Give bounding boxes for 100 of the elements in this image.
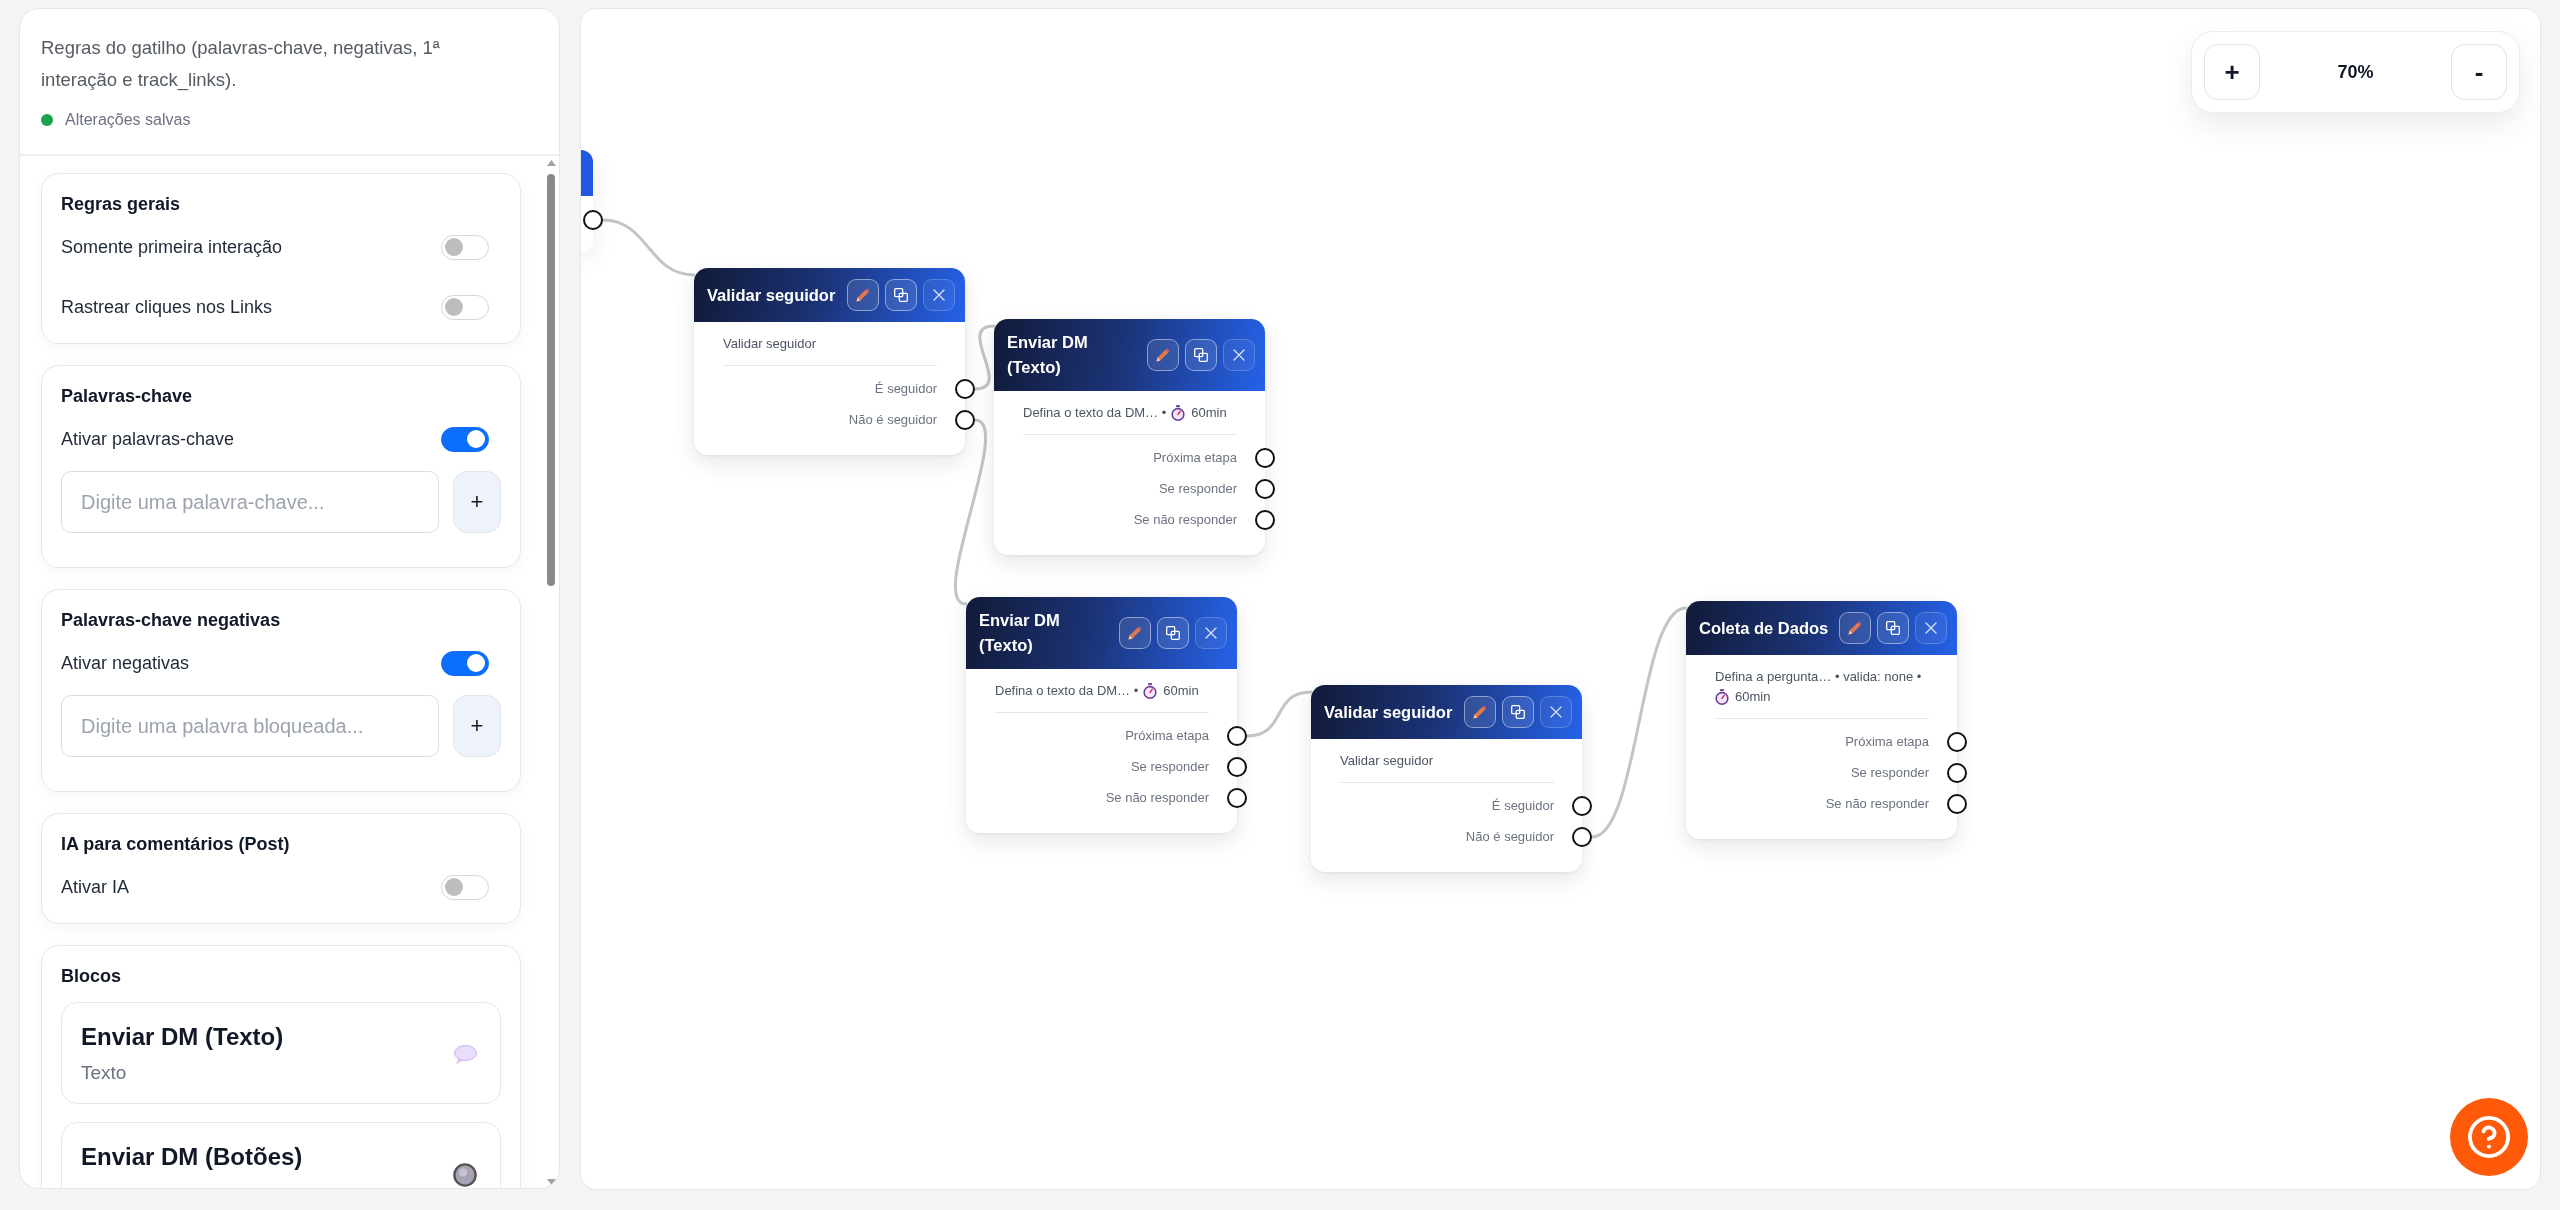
output-port[interactable] — [955, 379, 975, 399]
copy-button[interactable] — [1157, 617, 1189, 649]
close-icon — [1205, 627, 1217, 639]
node-header — [581, 150, 593, 196]
node-summary: Defina a pergunta… • valida: none • — [1715, 668, 1922, 686]
toggle-label: Rastrear cliques nos Links — [61, 296, 273, 318]
close-icon — [933, 289, 945, 301]
output-label: Próxima etapa — [1153, 450, 1237, 465]
zoom-in-button[interactable]: + — [2204, 44, 2260, 100]
copy-icon — [1511, 705, 1525, 719]
output-port[interactable] — [1572, 796, 1592, 816]
output-port[interactable] — [1947, 794, 1967, 814]
output-port[interactable] — [955, 410, 975, 430]
block-card[interactable]: Enviar DM (Texto) Texto — [61, 1002, 501, 1104]
edit-button[interactable] — [1839, 612, 1871, 644]
output-label: Próxima etapa — [1125, 728, 1209, 743]
timeout-label: 60min — [1191, 404, 1227, 422]
stopwatch-icon — [1143, 683, 1158, 699]
node-title: Enviar DM (Texto) — [979, 610, 1061, 656]
output-label: Se responder — [1850, 765, 1929, 780]
node-title: Enviar DM (Texto) — [1007, 332, 1089, 378]
keyword-input[interactable]: Digite uma palavra-chave... — [61, 471, 439, 533]
pencil-icon — [1848, 621, 1862, 635]
output-port[interactable] — [583, 210, 603, 230]
section-title: Blocos — [61, 965, 122, 988]
output-label: Não é seguidor — [848, 412, 937, 427]
output-label: Não é seguidor — [1465, 829, 1554, 844]
section-title: Palavras-chave — [61, 385, 194, 408]
output-label: Se responder — [1130, 759, 1209, 774]
edit-button[interactable] — [847, 279, 879, 311]
output-port[interactable] — [1227, 788, 1247, 808]
output-port[interactable] — [1947, 732, 1967, 752]
add-keyword-button[interactable]: + — [453, 695, 501, 757]
scrollbar-thumb[interactable] — [547, 174, 555, 586]
output-label: É seguidor — [1491, 798, 1554, 813]
copy-button[interactable] — [1877, 612, 1909, 644]
copy-icon — [1886, 621, 1900, 635]
close-icon — [1550, 706, 1562, 718]
pencil-icon — [1156, 348, 1170, 362]
close-button[interactable] — [1195, 617, 1227, 649]
output-port[interactable] — [1947, 763, 1967, 783]
edit-button[interactable] — [1147, 339, 1179, 371]
section-title: IA para comentários (Post) — [61, 833, 291, 856]
section-title: Palavras-chave negativas — [61, 609, 282, 632]
node-summary: Defina o texto da DM… • — [995, 682, 1139, 700]
output-label: É seguidor — [874, 381, 937, 396]
node-summary: Validar seguidor — [1340, 752, 1433, 770]
section-title: Regras gerais — [61, 193, 182, 216]
close-icon — [1925, 622, 1937, 634]
output-port[interactable] — [1572, 827, 1592, 847]
node-summary: Defina o texto da DM… • — [1023, 404, 1167, 422]
block-title: Enviar DM (Botões) — [81, 1142, 304, 1172]
toggle-label: Somente primeira interação — [61, 236, 283, 258]
zoom-out-button[interactable]: - — [2451, 44, 2507, 100]
copy-button[interactable] — [1502, 696, 1534, 728]
stopwatch-icon — [1171, 405, 1186, 421]
copy-icon — [1166, 626, 1180, 640]
output-port[interactable] — [1255, 448, 1275, 468]
output-port[interactable] — [1255, 510, 1275, 530]
output-port[interactable] — [1227, 726, 1247, 746]
node-title: Coleta de Dados — [1699, 617, 1830, 639]
toggle-label: Ativar palavras-chave — [61, 428, 235, 450]
toggle-switch[interactable] — [441, 650, 489, 676]
edit-button[interactable] — [1119, 617, 1151, 649]
output-label: Próxima etapa — [1845, 734, 1929, 749]
node-title: Validar seguidor — [707, 284, 837, 306]
toggle-switch[interactable] — [441, 426, 489, 452]
timeout-label: 60min — [1735, 688, 1771, 706]
close-button[interactable] — [1540, 696, 1572, 728]
block-card[interactable]: Enviar DM (Botões) — [61, 1122, 501, 1188]
keyword-input[interactable]: Digite uma palavra bloqueada... — [61, 695, 439, 757]
sidebar-description: Regras do gatilho (palavras-chave, negativas, 1ª interação e track_links). — [41, 36, 441, 93]
copy-icon — [894, 288, 908, 302]
help-icon — [2468, 1116, 2510, 1158]
close-button[interactable] — [1223, 339, 1255, 371]
zoom-level-label: 70% — [2337, 61, 2374, 83]
close-button[interactable] — [1915, 612, 1947, 644]
speech-bubble-icon — [453, 1044, 477, 1065]
edit-button[interactable] — [1464, 696, 1496, 728]
output-label: Se não responder — [1105, 790, 1209, 805]
copy-icon — [1194, 348, 1208, 362]
pencil-icon — [1128, 626, 1142, 640]
close-button[interactable] — [923, 279, 955, 311]
copy-button[interactable] — [1185, 339, 1217, 371]
copy-button[interactable] — [885, 279, 917, 311]
output-port[interactable] — [1255, 479, 1275, 499]
close-icon — [1233, 349, 1245, 361]
timeout-label: 60min — [1163, 682, 1199, 700]
stopwatch-icon — [1715, 689, 1729, 705]
save-status-label: Alterações salvas — [65, 111, 191, 129]
node-title: Validar seguidor — [1324, 701, 1454, 723]
block-title: Enviar DM (Texto) — [81, 1022, 285, 1052]
radio-button-icon — [453, 1162, 477, 1187]
pencil-icon — [1473, 705, 1487, 719]
toggle-label: Ativar IA — [61, 876, 130, 898]
node-summary: Validar seguidor — [723, 335, 816, 353]
toggle-label: Ativar negativas — [61, 652, 190, 674]
output-label: Se não responder — [1133, 512, 1237, 527]
add-keyword-button[interactable]: + — [453, 471, 501, 533]
output-port[interactable] — [1227, 757, 1247, 777]
